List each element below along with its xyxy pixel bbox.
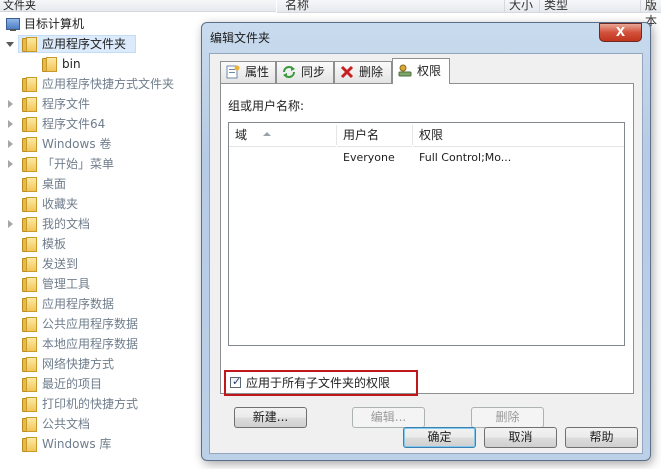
collapsed-arrow-icon[interactable]: [8, 100, 13, 108]
list-header-username[interactable]: 用户名: [337, 123, 412, 147]
delete-button[interactable]: 删除: [471, 407, 544, 428]
permissions-panel: 组或用户名称: 域 用户名 权限 Everyone Full Control;M…: [220, 83, 634, 394]
apply-subfolders-label[interactable]: 应用于所有子文件夹的权限: [246, 374, 390, 391]
tree-item-label: 公共应用程序数据: [42, 317, 139, 331]
tree-item-label: 应用程序快捷方式文件夹: [42, 77, 175, 91]
table-row[interactable]: Everyone Full Control;Mo...: [229, 147, 624, 167]
folder-icon: [22, 277, 37, 292]
tab-permissions[interactable]: 权限: [392, 58, 450, 84]
dialog-client-area: 属性 同步 删除 权限 组或用户名称: 域 用户名 权限 Everyone Fu…: [209, 53, 643, 454]
tree-item-label: 公共文档: [42, 417, 91, 431]
folder-icon: [22, 97, 37, 112]
folder-icon: [22, 117, 37, 132]
collapsed-arrow-icon[interactable]: [8, 160, 13, 168]
tree-item-label: 发送到: [42, 257, 79, 271]
column-name[interactable]: 名称: [285, 0, 309, 13]
folder-tree-header[interactable]: 文件夹: [0, 0, 276, 12]
group-or-user-label: 组或用户名称:: [228, 99, 305, 113]
computer-icon: [6, 18, 20, 31]
folder-icon: [22, 377, 37, 392]
list-header-label: 权限: [419, 128, 444, 142]
folder-icon: [22, 357, 37, 372]
tree-item-label: 本地应用程序数据: [42, 337, 139, 351]
folder-icon: [22, 337, 37, 352]
folder-icon: [22, 137, 37, 152]
permissions-list[interactable]: 域 用户名 权限 Everyone Full Control;Mo...: [228, 122, 625, 346]
column-separator[interactable]: [504, 0, 505, 12]
column-separator[interactable]: [539, 0, 540, 12]
column-size[interactable]: 大小: [509, 0, 533, 13]
new-button[interactable]: 新建...: [234, 407, 307, 428]
folder-icon: [22, 297, 37, 312]
apply-subfolders-highlight: ✓ 应用于所有子文件夹的权限: [224, 370, 418, 396]
tab-label: 权限: [417, 64, 442, 78]
help-button[interactable]: 帮助: [565, 427, 638, 448]
sort-ascending-icon: [263, 132, 271, 136]
checkmark-icon: ✓: [232, 375, 242, 388]
folder-icon: [22, 437, 37, 452]
collapsed-arrow-icon[interactable]: [8, 220, 13, 228]
sync-icon: [283, 66, 295, 78]
tree-item-label: 打印机的快捷方式: [42, 397, 139, 411]
folder-icon: [22, 157, 37, 172]
tab-delete[interactable]: 删除: [334, 61, 392, 83]
folder-icon: [22, 257, 37, 272]
list-header-permission[interactable]: 权限: [413, 123, 624, 147]
tree-item-label: bin: [62, 57, 81, 71]
cell-username: Everyone: [343, 151, 395, 164]
tab-label: 属性: [245, 65, 270, 79]
edit-folder-dialog: 编辑文件夹 X 属性 同步 删除 权限 组或用户名称: 域 用户名 权限 Eve…: [201, 22, 651, 461]
tree-item-label: 程序文件64: [42, 117, 106, 131]
tree-item-label: 应用程序数据: [42, 297, 115, 311]
list-header-label: 域: [235, 128, 248, 142]
tree-item-label: 「开始」菜单: [42, 157, 115, 171]
ok-button[interactable]: 确定: [403, 427, 476, 448]
tree-item-label: Windows 卷: [42, 137, 112, 151]
folder-icon: [22, 217, 37, 232]
list-header-domain[interactable]: 域: [229, 123, 336, 147]
close-icon: X: [615, 25, 626, 39]
folder-icon: [22, 197, 37, 212]
tree-item-label: 最近的项目: [42, 377, 103, 391]
tree-item-label: 目标计算机: [24, 17, 85, 31]
tree-item-label: 管理工具: [42, 277, 91, 291]
tab-properties[interactable]: 属性: [220, 61, 276, 83]
close-button[interactable]: X: [599, 23, 642, 42]
tab-label: 删除: [359, 65, 384, 79]
tree-item-label: 应用程序文件夹: [42, 37, 127, 51]
tree-item-label: Windows 库: [42, 437, 112, 451]
edit-button[interactable]: 编辑...: [352, 407, 425, 428]
cell-permission: Full Control;Mo...: [419, 151, 512, 164]
folder-icon: [22, 417, 37, 432]
folder-icon: [22, 177, 37, 192]
folder-icon: [22, 37, 37, 52]
collapsed-arrow-icon[interactable]: [8, 140, 13, 148]
tab-sync[interactable]: 同步: [276, 61, 334, 83]
folder-icon: [22, 397, 37, 412]
properties-icon: [226, 65, 240, 79]
tree-item-label: 网络快捷方式: [42, 357, 115, 371]
list-header-label: 用户名: [343, 128, 380, 142]
tree-item-label: 收藏夹: [42, 197, 79, 211]
folder-icon: [22, 237, 37, 252]
collapsed-arrow-icon[interactable]: [8, 120, 13, 128]
cancel-button[interactable]: 取消: [484, 427, 557, 448]
apply-subfolders-checkbox[interactable]: ✓: [230, 375, 242, 388]
tab-label: 同步: [301, 65, 326, 79]
folder-icon: [22, 77, 37, 92]
column-type[interactable]: 类型: [544, 0, 568, 13]
tree-item-label: 我的文档: [42, 217, 91, 231]
tree-item-label: 模板: [42, 237, 67, 251]
folder-icon: [22, 317, 37, 332]
permissions-key-icon: [398, 64, 412, 77]
file-list-header: 名称 大小 类型 版本: [277, 0, 661, 28]
column-separator[interactable]: [640, 0, 641, 12]
delete-x-icon: [340, 65, 354, 79]
tree-item-label: 程序文件: [42, 97, 91, 111]
dialog-title: 编辑文件夹: [210, 31, 271, 45]
folder-icon: [42, 57, 57, 72]
expanded-arrow-icon[interactable]: [6, 42, 14, 47]
tree-item-label: 桌面: [42, 177, 67, 191]
